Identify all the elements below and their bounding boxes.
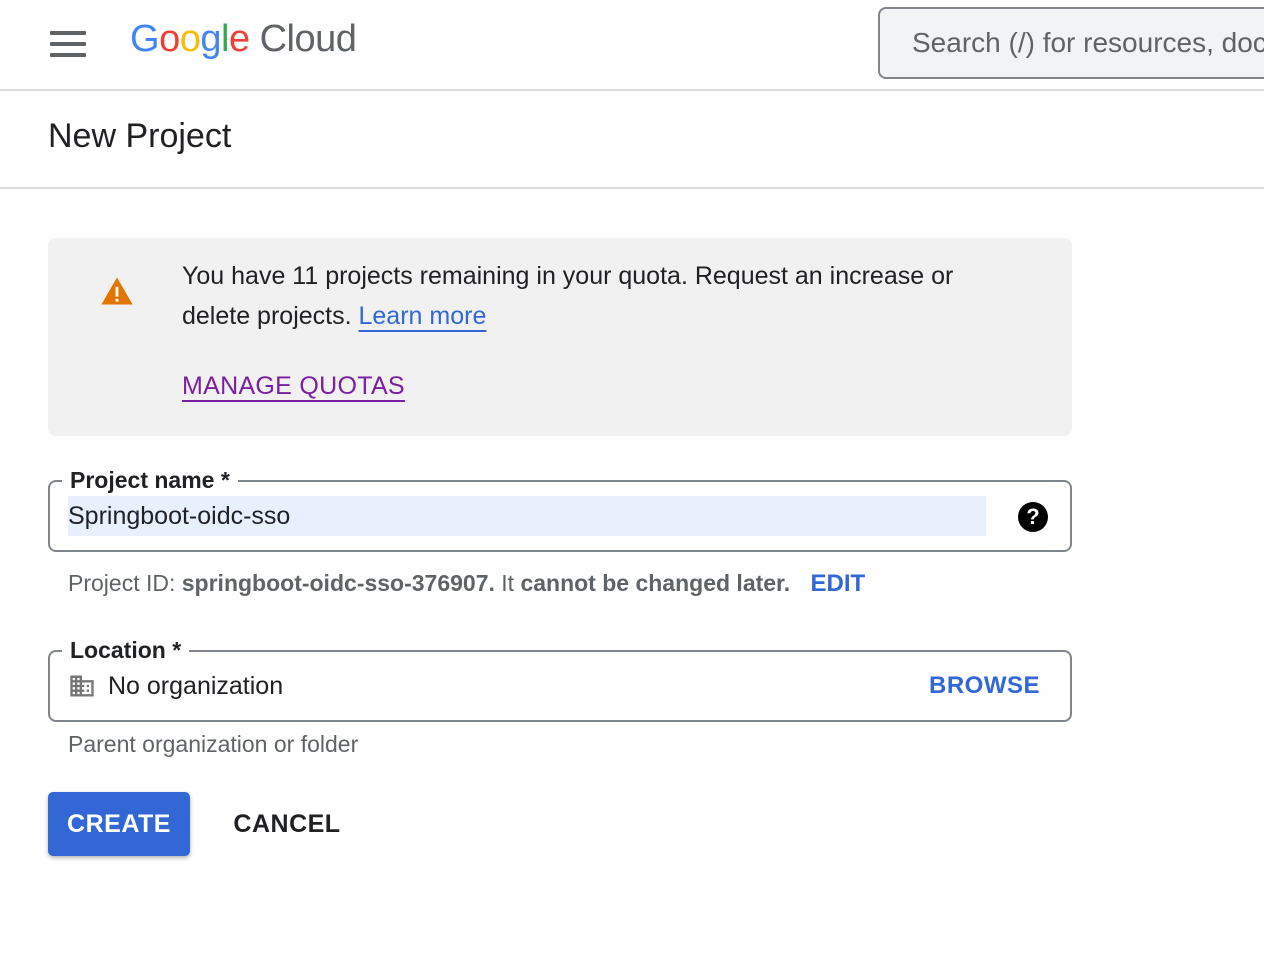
browse-button[interactable]: BROWSE	[929, 670, 1040, 702]
quota-message-text: You have 11 projects remaining in your q…	[182, 262, 954, 330]
project-name-input[interactable]	[68, 496, 986, 536]
location-label: Location *	[62, 635, 190, 665]
search-input[interactable]	[880, 9, 1264, 77]
location-value: No organization	[108, 672, 284, 700]
building-icon	[70, 675, 94, 697]
logo-letter: o	[179, 18, 201, 60]
search-box[interactable]	[878, 7, 1264, 79]
warning-icon	[101, 277, 133, 305]
logo-letter: g	[200, 18, 221, 60]
hamburger-menu-icon[interactable]	[44, 24, 92, 64]
project-id-info: Project ID: springboot-oidc-sso-376907. …	[68, 566, 865, 601]
logo-letter: e	[228, 18, 250, 60]
cancel-button[interactable]: CANCEL	[220, 792, 354, 856]
project-id-suffix: cannot be changed later.	[520, 570, 791, 596]
google-cloud-logo[interactable]: Go o g l e Cloud	[130, 18, 357, 68]
top-bar: Go o g l e Cloud	[0, 0, 1264, 91]
project-id-middle: It	[501, 570, 515, 596]
project-name-label: Project name *	[62, 465, 238, 495]
logo-letter: l	[220, 18, 229, 60]
help-icon[interactable]: ?	[1018, 502, 1048, 532]
page-header: New Project	[0, 91, 1264, 189]
project-id-prefix: Project ID:	[68, 570, 176, 596]
create-button[interactable]: CREATE	[48, 792, 190, 856]
learn-more-link[interactable]: Learn more	[359, 302, 487, 330]
logo-letter: o	[159, 18, 180, 60]
logo-letter: G	[130, 18, 160, 60]
project-id-value: springboot-oidc-sso-376907.	[181, 570, 495, 596]
manage-quotas-link[interactable]: MANAGE QUOTAS	[182, 366, 405, 406]
location-field[interactable]: Location * No organization BROWSE	[48, 635, 1072, 722]
page-title: New Project	[48, 117, 232, 155]
logo-product-name: Cloud	[259, 18, 357, 60]
location-hint: Parent organization or folder	[68, 731, 359, 757]
project-name-field[interactable]: Project name * ?	[48, 465, 1072, 552]
quota-message: You have 11 projects remaining in your q…	[182, 256, 1022, 336]
quota-banner: You have 11 projects remaining in your q…	[48, 238, 1072, 436]
edit-project-id-button[interactable]: EDIT	[811, 570, 866, 597]
